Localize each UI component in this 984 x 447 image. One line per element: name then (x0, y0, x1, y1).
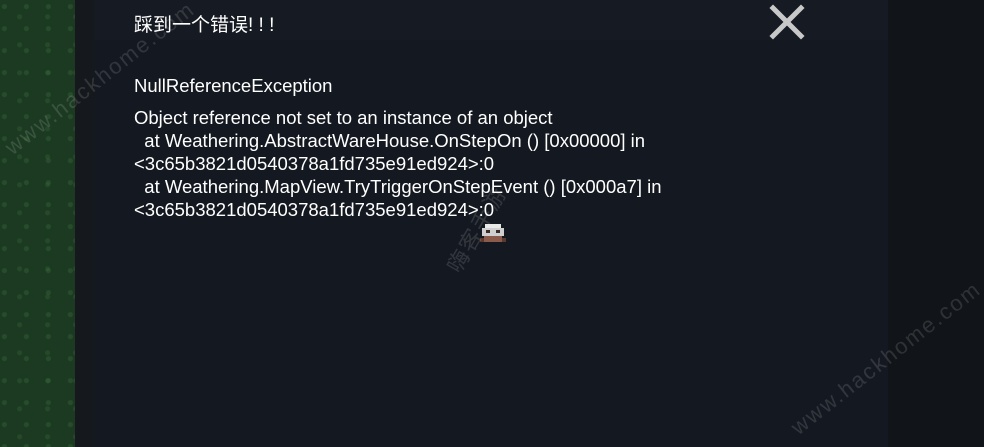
stack-trace-line: at Weathering.AbstractWareHouse.OnStepOn… (134, 130, 646, 151)
game-screen: 踩到一个错误! ! ! NullReferenceException Objec… (0, 0, 984, 447)
exception-type: NullReferenceException (134, 75, 333, 96)
player-character-sprite (480, 224, 506, 242)
error-message: NullReferenceException Object reference … (134, 74, 864, 221)
close-button[interactable] (768, 3, 806, 41)
stack-trace-line: <3c65b3821d0540378a1fd735e91ed924>:0 (134, 153, 495, 174)
dialog-header: 踩到一个错误! ! ! (94, 0, 888, 40)
close-x-icon (769, 4, 805, 40)
map-background-right (888, 0, 984, 447)
map-grass-tiles (0, 0, 75, 447)
dialog-title: 踩到一个错误! ! ! (134, 15, 275, 36)
stack-trace-line: <3c65b3821d0540378a1fd735e91ed924>:0 (134, 199, 495, 220)
error-description: Object reference not set to an instance … (134, 107, 553, 128)
stack-trace-line: at Weathering.MapView.TryTriggerOnStepEv… (134, 176, 662, 197)
